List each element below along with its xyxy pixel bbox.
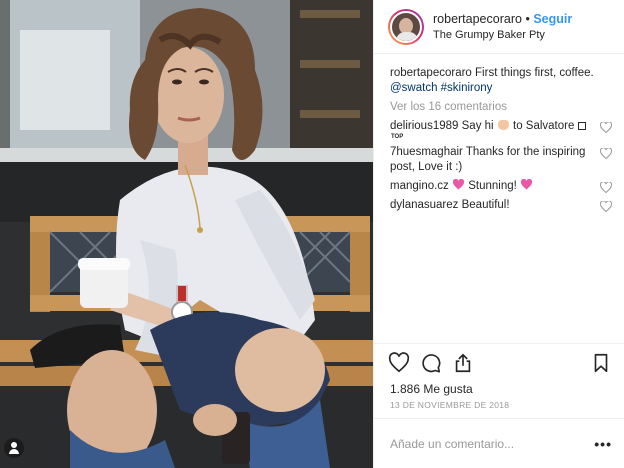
comment-item: delirious1989 Say hi to Salvatore TOP xyxy=(390,119,612,141)
heart-icon[interactable] xyxy=(388,351,410,374)
comment-item: dylanasuarez Beautiful! xyxy=(390,198,612,213)
comment-like-heart-icon[interactable] xyxy=(600,148,612,159)
comment-text-continued: to Salvatore xyxy=(513,120,575,132)
post-footer: 1.886 Me gusta 13 DE NOVIEMBRE DE 2018 A… xyxy=(374,343,624,468)
comment-text: Say hi xyxy=(461,120,494,132)
comment-like-heart-icon[interactable] xyxy=(600,182,612,193)
share-icon[interactable] xyxy=(452,352,474,374)
comments-section: robertapecoraro First things first, coff… xyxy=(374,54,624,213)
avatar[interactable] xyxy=(388,8,424,45)
comment-like-heart-icon[interactable] xyxy=(600,122,612,133)
action-bar xyxy=(374,343,624,381)
post-side-panel: robertapecoraro • Seguir The Grumpy Bake… xyxy=(373,0,624,468)
comment-text: Stunning! xyxy=(468,180,517,192)
sparkling-heart-emoji-icon xyxy=(521,179,533,190)
caption: robertapecoraro First things first, coff… xyxy=(390,66,612,96)
sparkling-heart-emoji-icon xyxy=(453,179,465,190)
location-link[interactable]: The Grumpy Baker Pty xyxy=(433,27,572,43)
more-options-icon[interactable]: ••• xyxy=(594,436,612,452)
bookmark-icon[interactable] xyxy=(590,352,612,374)
caption-username[interactable]: robertapecoraro xyxy=(390,67,472,79)
follow-button[interactable]: Seguir xyxy=(533,12,572,26)
user-icon[interactable] xyxy=(4,438,24,458)
likes-count[interactable]: 1.886 Me gusta xyxy=(374,381,624,397)
post-photo[interactable] xyxy=(0,0,373,468)
waving-hand-emoji-icon xyxy=(497,120,509,130)
comment-username[interactable]: dylanasuarez xyxy=(390,199,458,211)
top-emoji-icon: TOP xyxy=(391,134,404,140)
photo-illustration xyxy=(0,0,373,468)
add-comment-input[interactable]: Añade un comentario... xyxy=(390,437,594,451)
comment-item: 7huesmaghair Thanks for the inspiring po… xyxy=(390,145,612,175)
caption-tags[interactable]: @swatch #skinirony xyxy=(390,82,492,94)
comment-username[interactable]: 7huesmaghair xyxy=(390,146,463,158)
post-date: 13 DE NOVIEMBRE DE 2018 xyxy=(390,400,510,410)
caption-text: First things first, coffee. xyxy=(475,67,594,79)
comment-username[interactable]: delirious1989 xyxy=(390,120,458,132)
comment-icon[interactable] xyxy=(420,352,442,374)
header-username[interactable]: robertapecoraro xyxy=(433,12,522,26)
comment-text: Beautiful! xyxy=(461,199,510,211)
comment-like-heart-icon[interactable] xyxy=(600,201,612,212)
post-header: robertapecoraro • Seguir The Grumpy Bake… xyxy=(374,0,624,54)
view-all-comments-link[interactable]: Ver los 16 comentarios xyxy=(390,100,612,115)
header-separator: • xyxy=(525,11,530,26)
comment-item: mangino.cz Stunning! xyxy=(390,179,612,194)
add-comment-bar: Añade un comentario... ••• xyxy=(374,418,624,468)
unknown-emoji-icon xyxy=(577,122,586,130)
comment-username[interactable]: mangino.cz xyxy=(390,180,449,192)
